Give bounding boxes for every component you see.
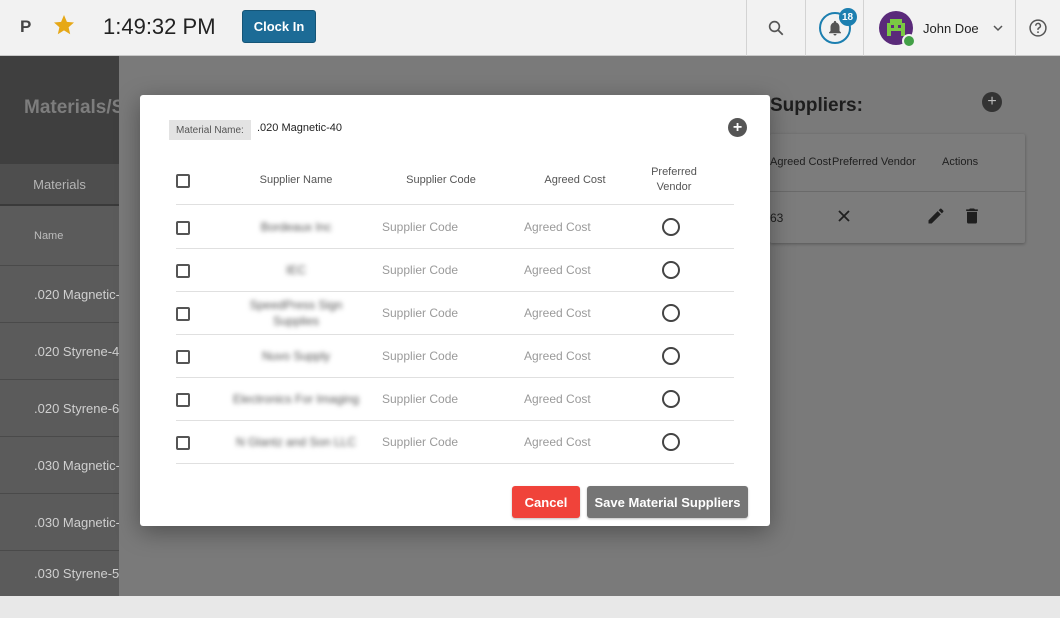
row-checkbox[interactable] bbox=[176, 221, 190, 235]
supplier-name: SpeedPress Sign Supplies bbox=[249, 298, 343, 328]
page-title: Materials/Suppliers bbox=[24, 97, 119, 118]
supplier-name: N Glantz and Son LLC bbox=[235, 435, 357, 449]
preferred-vendor-radio[interactable] bbox=[662, 390, 680, 408]
edit-icon[interactable] bbox=[926, 206, 946, 226]
search-icon bbox=[768, 20, 784, 36]
table-row: IEC Supplier Code Agreed Cost bbox=[176, 249, 734, 292]
material-row[interactable]: .030 Magnetic-24 bbox=[0, 436, 119, 493]
agreed-cost-input[interactable]: Agreed Cost bbox=[524, 392, 591, 406]
column-header-name: Name bbox=[34, 230, 64, 242]
row-checkbox[interactable] bbox=[176, 350, 190, 364]
preferred-vendor-radio[interactable] bbox=[662, 433, 680, 451]
avatar bbox=[879, 11, 916, 48]
table-header: Supplier Name Supplier Code Agreed Cost … bbox=[176, 161, 734, 205]
supplier-code-input[interactable]: Supplier Code bbox=[382, 306, 458, 320]
clock-in-button[interactable]: Clock In bbox=[242, 10, 316, 43]
search-button[interactable] bbox=[746, 0, 805, 56]
column-header-preferred-vendor: Preferred Vendor bbox=[832, 156, 916, 168]
divider bbox=[770, 191, 1025, 192]
supplier-code-input[interactable]: Supplier Code bbox=[382, 349, 458, 363]
material-suppliers-dialog: Material Name: .020 Magnetic-40 + Suppli… bbox=[140, 95, 770, 526]
supplier-code-input[interactable]: Supplier Code bbox=[382, 435, 458, 449]
row-checkbox[interactable] bbox=[176, 436, 190, 450]
preferred-vendor-radio[interactable] bbox=[662, 304, 680, 322]
agreed-cost-input[interactable]: Agreed Cost bbox=[524, 306, 591, 320]
preferred-vendor-radio[interactable] bbox=[662, 218, 680, 236]
row-checkbox[interactable] bbox=[176, 264, 190, 278]
page-footer bbox=[0, 596, 1060, 618]
supplier-name: Bordeaux Inc bbox=[260, 220, 332, 234]
suppliers-table: Agreed Cost Preferred Vendor Actions 63 bbox=[770, 134, 1025, 243]
material-name-label: Material Name: bbox=[169, 120, 251, 140]
clock-time: 1:49:32 PM bbox=[103, 14, 216, 39]
material-row[interactable]: .020 Magnetic-40 bbox=[0, 265, 119, 322]
column-header-agreed-cost: Agreed Cost bbox=[770, 156, 832, 168]
user-menu[interactable]: John Doe bbox=[863, 0, 1015, 56]
select-all-checkbox[interactable] bbox=[176, 174, 190, 188]
supplier-name: Electronics For Imaging bbox=[232, 392, 360, 406]
preferred-vendor-radio[interactable] bbox=[662, 261, 680, 279]
agreed-cost-input[interactable]: Agreed Cost bbox=[524, 349, 591, 363]
suppliers-title: Suppliers: bbox=[770, 95, 863, 116]
notification-bell: 18 bbox=[818, 8, 857, 44]
supplier-name: Nuvo Supply bbox=[261, 349, 331, 363]
column-header-supplier-code: Supplier Code bbox=[406, 174, 476, 186]
notification-count-badge: 18 bbox=[838, 8, 857, 26]
supplier-code-input[interactable]: Supplier Code bbox=[382, 392, 458, 406]
column-header-agreed-cost: Agreed Cost bbox=[544, 174, 606, 186]
brand-logo[interactable]: P bbox=[20, 17, 31, 37]
material-row[interactable]: .020 Styrene-48 bbox=[0, 322, 119, 379]
row-checkbox[interactable] bbox=[176, 307, 190, 321]
supplier-code-input[interactable]: Supplier Code bbox=[382, 220, 458, 234]
notifications-button[interactable]: 18 bbox=[805, 0, 863, 56]
delete-icon[interactable] bbox=[962, 206, 982, 226]
table-row: Nuvo Supply Supplier Code Agreed Cost bbox=[176, 335, 734, 378]
agreed-cost-input[interactable]: Agreed Cost bbox=[524, 263, 591, 277]
table-row: N Glantz and Son LLC Supplier Code Agree… bbox=[176, 421, 734, 464]
supplier-agreed-cost: 63 bbox=[770, 211, 784, 225]
column-header-actions: Actions bbox=[942, 156, 979, 168]
column-header-supplier-name: Supplier Name bbox=[259, 174, 333, 186]
table-row: Electronics For Imaging Supplier Code Ag… bbox=[176, 378, 734, 421]
star-icon[interactable] bbox=[52, 13, 76, 37]
agreed-cost-input[interactable]: Agreed Cost bbox=[524, 435, 591, 449]
add-supplier-button[interactable]: + bbox=[728, 118, 747, 137]
help-button[interactable] bbox=[1015, 0, 1060, 56]
user-name: John Doe bbox=[923, 20, 979, 36]
add-supplier-icon[interactable]: + bbox=[982, 92, 1002, 112]
table-row: Bordeaux Inc Supplier Code Agreed Cost bbox=[176, 206, 734, 249]
tab-materials[interactable]: Materials bbox=[0, 164, 119, 206]
material-name-value: .020 Magnetic-40 bbox=[257, 122, 342, 134]
supplier-code-input[interactable]: Supplier Code bbox=[382, 263, 458, 277]
supplier-name: IEC bbox=[285, 263, 306, 277]
preferred-vendor-radio[interactable] bbox=[662, 347, 680, 365]
save-material-suppliers-button[interactable]: Save Material Suppliers bbox=[587, 486, 748, 518]
close-icon bbox=[838, 210, 850, 222]
material-row[interactable]: .030 Styrene-50 bbox=[0, 550, 119, 596]
table-row: SpeedPress Sign Supplies Supplier Code A… bbox=[176, 292, 734, 335]
online-status-icon bbox=[902, 34, 916, 48]
material-row[interactable]: .020 Styrene-60 bbox=[0, 379, 119, 436]
column-header-preferred-vendor: Preferred Vendor bbox=[651, 166, 697, 193]
chevron-down-icon bbox=[993, 25, 1003, 32]
material-row[interactable]: .030 Magnetic-40 bbox=[0, 493, 119, 550]
cancel-button[interactable]: Cancel bbox=[512, 486, 580, 518]
help-icon bbox=[1029, 19, 1047, 37]
agreed-cost-input[interactable]: Agreed Cost bbox=[524, 220, 591, 234]
row-checkbox[interactable] bbox=[176, 393, 190, 407]
top-bar: P 1:49:32 PM Clock In 18 John Doe bbox=[0, 0, 1060, 56]
